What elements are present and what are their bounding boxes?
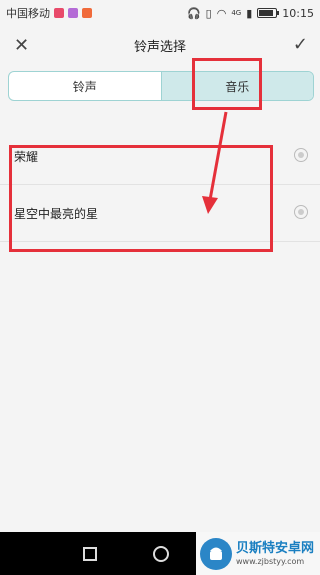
recents-button[interactable] [83,547,97,561]
annotation-arrow [202,111,228,214]
watermark-text: 贝斯特安卓网 www.zjbstyy.com [236,541,314,567]
watermark: 贝斯特安卓网 www.zjbstyy.com [196,532,320,575]
watermark-title: 贝斯特安卓网 [236,540,315,556]
watermark-url: www.zjbstyy.com [236,556,305,566]
home-button[interactable] [153,546,169,562]
android-robot-icon [210,547,222,560]
watermark-logo-icon [200,537,232,570]
